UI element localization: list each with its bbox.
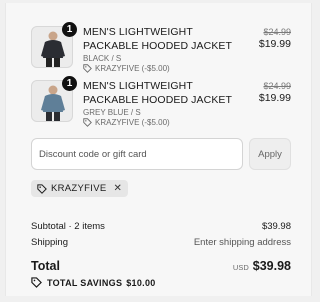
applied-discount-code: KRAZYFIVE [51,183,107,194]
total-value: $39.98 [252,259,291,273]
product-image: 1 [31,22,77,68]
item-discount: KRAZYFIVE (-$5.00) [83,64,170,73]
applied-discount-chip: KRAZYFIVE ✕ [31,180,129,197]
total-savings: TOTAL SAVINGS $10.00 [31,277,156,288]
tag-icon [37,183,47,194]
quantity-badge: 1 [62,22,77,37]
shipping-label: Shipping [31,237,68,248]
product-image: 1 [31,76,77,122]
discount-code-input[interactable] [31,138,243,170]
tag-icon [31,277,42,288]
item-discount-label: KRAZYFIVE (-$5.00) [95,118,170,127]
discounted-price: $19.99 [258,38,291,50]
discount-form: Apply [31,138,291,170]
original-price: $24.99 [263,81,291,91]
line-item: 1 MEN'S LIGHTWEIGHT PACKABLE HOODED JACK… [31,76,291,128]
item-prices: $24.99 $19.99 [259,80,291,105]
remove-discount-close-icon[interactable]: ✕ [114,183,123,194]
product-variant: GREY BLUE / S [83,108,141,117]
item-discount: KRAZYFIVE (-$5.00) [83,118,170,127]
product-variant: BLACK / S [83,54,122,63]
total-amount: USD $39.98 [233,259,291,273]
savings-value: $10.00 [126,277,156,288]
original-price: $24.99 [263,27,291,37]
subtotal-value: $39.98 [261,221,291,232]
quantity-badge: 1 [62,76,77,91]
apply-button[interactable]: Apply [249,138,291,170]
discounted-price: $19.99 [258,92,291,104]
subtotal-label: Subtotal · 2 items [31,221,105,232]
total-label: Total [31,259,60,273]
product-name: MEN'S LIGHTWEIGHT PACKABLE HOODED JACKET [83,80,233,106]
line-item: 1 MEN'S LIGHTWEIGHT PACKABLE HOODED JACK… [31,22,291,74]
product-name: MEN'S LIGHTWEIGHT PACKABLE HOODED JACKET [83,26,233,52]
currency-code: USD [232,263,249,272]
shipping-value: Enter shipping address [193,237,291,248]
tag-icon [83,118,92,127]
item-discount-label: KRAZYFIVE (-$5.00) [95,64,170,73]
tag-icon [83,64,92,73]
item-prices: $24.99 $19.99 [259,26,291,51]
savings-label: TOTAL SAVINGS [47,277,123,288]
